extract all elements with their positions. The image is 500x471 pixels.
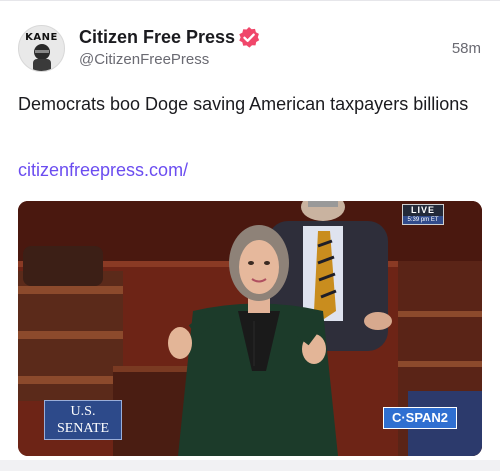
- post-timestamp[interactable]: 58m: [452, 40, 481, 57]
- avatar-label: KANE: [25, 32, 58, 43]
- verified-badge-icon: [239, 27, 260, 48]
- live-label: LIVE: [410, 205, 435, 215]
- post-text: Democrats boo Doge saving American taxpa…: [18, 94, 469, 114]
- avatar[interactable]: KANE: [18, 25, 65, 72]
- senate-logo: U.S. SENATE: [44, 400, 122, 440]
- senate-logo-line2: SENATE: [56, 421, 110, 436]
- video-thumbnail[interactable]: LIVE 5:39 pm ET U.S. SENATE C·SPAN2: [18, 201, 482, 456]
- cspan2-logo: C·SPAN2: [383, 407, 457, 429]
- live-time: 5:39 pm ET: [403, 216, 443, 224]
- author-name[interactable]: Citizen Free Press: [79, 27, 235, 48]
- top-divider: [0, 0, 500, 1]
- author-handle[interactable]: @CitizenFreePress: [79, 51, 209, 68]
- post-link[interactable]: citizenfreepress.com/: [18, 160, 188, 181]
- live-badge: LIVE 5:39 pm ET: [402, 204, 444, 225]
- bottom-divider: [0, 460, 500, 471]
- senate-logo-line1: U.S.: [70, 404, 96, 419]
